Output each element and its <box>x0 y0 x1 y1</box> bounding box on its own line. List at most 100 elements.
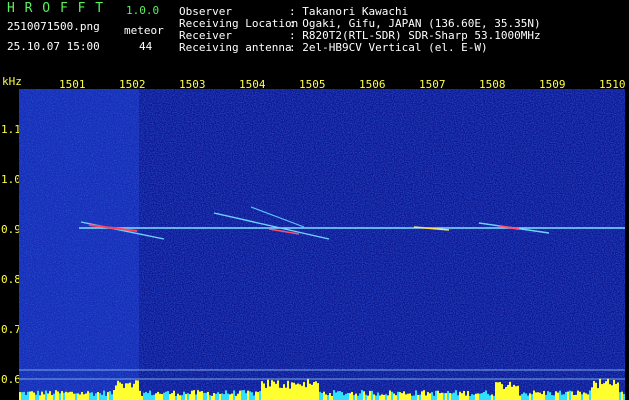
app-title: H R O F F T <box>7 1 105 16</box>
noise-floor-bar <box>57 391 59 400</box>
noise-floor-bar <box>43 394 45 400</box>
noise-floor-bar <box>371 390 373 400</box>
noise-floor-bar <box>387 395 389 400</box>
noise-floor-bar <box>573 395 575 400</box>
noise-floor-bar <box>77 393 79 400</box>
noise-floor-bar <box>533 390 535 400</box>
noise-floor-bar <box>315 381 317 400</box>
noise-floor-bar <box>93 395 95 400</box>
noise-floor-bar <box>431 392 433 400</box>
noise-floor-bar <box>521 394 523 400</box>
noise-floor-bar <box>457 395 459 400</box>
noise-floor-bar <box>115 385 117 400</box>
noise-floor-bar <box>551 395 553 400</box>
noise-floor-bar <box>109 391 111 400</box>
noise-floor-bar <box>449 393 451 400</box>
noise-floor-bar <box>181 395 183 400</box>
noise-floor-bar <box>61 391 63 400</box>
noise-floor-bar <box>37 390 39 400</box>
noise-floor-bar <box>171 393 173 400</box>
noise-floor-bar <box>561 394 563 400</box>
noise-floor-bar <box>241 390 243 400</box>
noise-floor-bar <box>161 394 163 400</box>
noise-floor-bar <box>213 393 215 400</box>
noise-floor-bar <box>91 392 93 400</box>
meteor-label: meteor <box>124 24 164 37</box>
noise-floor-bar <box>83 394 85 400</box>
noise-floor-bar <box>317 383 319 400</box>
noise-floor-bar <box>117 380 119 400</box>
noise-floor-bar <box>381 394 383 400</box>
freq-tick-label: 0.6 <box>1 373 21 386</box>
noise-floor-bar <box>223 394 225 400</box>
freq-unit-label: kHz <box>2 75 22 88</box>
noise-floor-bar <box>451 393 453 400</box>
noise-floor-bar <box>289 388 291 400</box>
freq-tick-label: 0.8 <box>1 273 21 286</box>
noise-floor-bar <box>291 382 293 400</box>
noise-floor-bar <box>437 390 439 400</box>
noise-floor-bar <box>331 395 333 400</box>
noise-floor-bar <box>297 383 299 400</box>
noise-floor-bar <box>541 394 543 400</box>
noise-floor-bar <box>273 381 275 400</box>
noise-floor-bar <box>299 384 301 400</box>
noise-floor-bar <box>123 388 125 400</box>
noise-floor-bar <box>511 386 513 400</box>
noise-floor-bar <box>155 393 157 400</box>
noise-floor-bar <box>253 395 255 400</box>
noise-floor-bar <box>493 395 495 400</box>
noise-floor-bar <box>503 389 505 400</box>
noise-floor-bar <box>423 390 425 400</box>
noise-floor-bar <box>71 391 73 400</box>
noise-floor-bar <box>499 382 501 400</box>
noise-floor-bar <box>455 390 457 400</box>
noise-floor-bar <box>601 384 603 400</box>
noise-floor-bar <box>585 393 587 400</box>
noise-floor-bar <box>355 393 357 400</box>
noise-floor-bar <box>209 395 211 400</box>
noise-floor-bar <box>305 387 307 400</box>
noise-floor-bar <box>443 393 445 400</box>
noise-floor-bar <box>479 393 481 400</box>
noise-floor-bar <box>75 393 77 400</box>
noise-floor-bar <box>583 392 585 400</box>
noise-floor-bar <box>361 390 363 400</box>
noise-floor-bar <box>547 391 549 400</box>
noise-floor-bar <box>81 391 83 400</box>
noise-floor-bar <box>357 395 359 400</box>
noise-floor-bar <box>507 384 509 400</box>
noise-floor-bar <box>337 391 339 400</box>
noise-floor-bar <box>579 391 581 400</box>
noise-floor-bar <box>51 395 53 400</box>
noise-floor-bar <box>433 395 435 400</box>
noise-floor-bar <box>505 387 507 400</box>
noise-floor-bar <box>67 392 69 400</box>
noise-floor-bar <box>351 391 353 400</box>
noise-floor-bar <box>595 382 597 400</box>
noise-floor-bar <box>275 383 277 400</box>
noise-floor-bar <box>545 394 547 400</box>
noise-floor-bar <box>19 392 21 400</box>
noise-floor-bar <box>571 391 573 400</box>
noise-floor-bar <box>127 383 129 400</box>
noise-floor-bar <box>149 390 151 400</box>
noise-floor-bar <box>477 393 479 400</box>
noise-floor-bar <box>89 392 91 400</box>
noise-floor-bar <box>565 392 567 400</box>
noise-floor-bar <box>73 393 75 400</box>
noise-floor-bar <box>235 395 237 400</box>
noise-floor-bar <box>147 393 149 400</box>
noise-floor-bar <box>517 385 519 400</box>
noise-floor-bar <box>211 395 213 400</box>
noise-floor-bar <box>125 383 127 400</box>
noise-floor-bar <box>617 382 619 400</box>
noise-floor-bar <box>447 391 449 400</box>
noise-floor-bar <box>257 392 259 400</box>
noise-floor-bar <box>265 387 267 400</box>
noise-floor-bar <box>391 391 393 400</box>
noise-floor-bar <box>347 393 349 400</box>
noise-floor-bar <box>55 390 57 400</box>
noise-floor-bar <box>249 391 251 400</box>
noise-floor-bar <box>555 391 557 400</box>
